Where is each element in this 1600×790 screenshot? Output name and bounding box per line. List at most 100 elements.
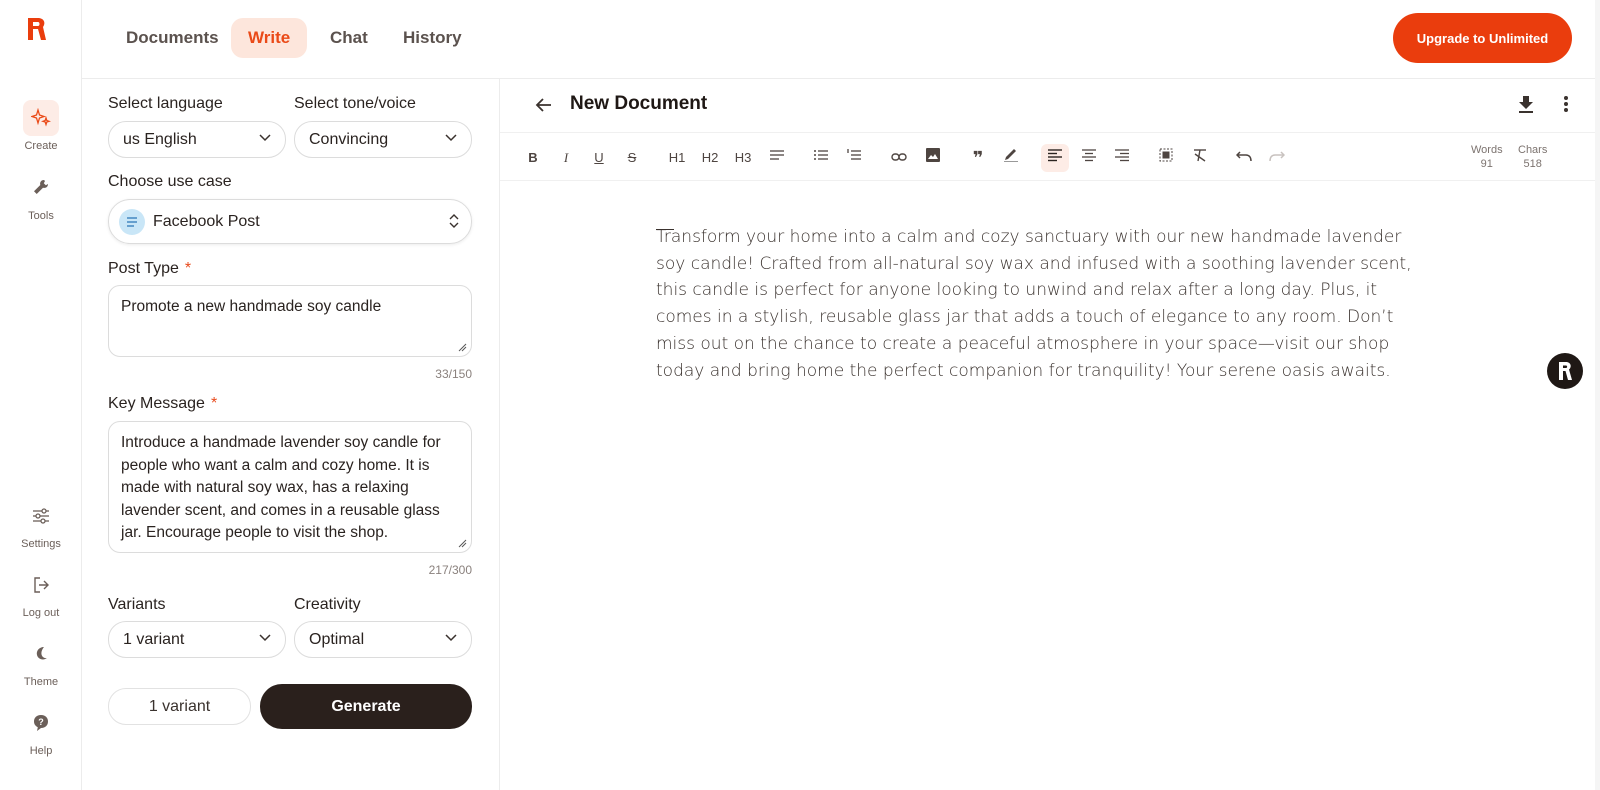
tab-documents[interactable]: Documents: [109, 18, 236, 58]
rail-item-theme[interactable]: Theme: [0, 636, 82, 688]
variants-value: 1 variant: [123, 631, 185, 648]
usecase-label: Choose use case: [108, 173, 232, 190]
redo-icon[interactable]: [1263, 144, 1291, 172]
link-icon[interactable]: [885, 144, 913, 172]
rail-item-logout[interactable]: Log out: [0, 567, 82, 619]
document-title: New Document: [570, 93, 708, 114]
tone-value: Convincing: [309, 131, 389, 148]
tone-select[interactable]: Convincing: [294, 121, 472, 158]
page-scrollbar[interactable]: [1595, 0, 1600, 790]
language-value: us English: [123, 131, 197, 148]
tab-write[interactable]: Write: [231, 18, 308, 58]
svg-text:?: ?: [38, 717, 44, 727]
resize-grip-icon[interactable]: [458, 539, 467, 548]
document-lines-icon: [119, 209, 145, 235]
tone-label: Select tone/voice: [294, 95, 416, 112]
chevron-down-icon: [259, 134, 271, 142]
creativity-value: Optimal: [309, 631, 365, 648]
usecase-value: Facebook Post: [153, 213, 260, 230]
align-center-icon[interactable]: [1075, 144, 1103, 172]
key-message-field[interactable]: Introduce a handmade lavender soy candle…: [108, 421, 472, 553]
logout-icon: [23, 567, 59, 603]
rail-label-help: Help: [29, 745, 53, 757]
variant-count-pill[interactable]: 1 variant: [108, 688, 251, 725]
required-mark: *: [184, 260, 192, 277]
highlight-pen-icon[interactable]: [997, 144, 1025, 172]
key-message-value: Introduce a handmade lavender soy candle…: [121, 434, 441, 541]
document-editor: New Document B I U S H1 H2 H3 ❞ Words 91…: [500, 79, 1600, 790]
help-icon: ?: [23, 705, 59, 741]
chevron-down-icon: [445, 634, 457, 642]
tab-chat[interactable]: Chat: [313, 18, 385, 58]
clear-format-icon[interactable]: [1186, 144, 1214, 172]
creativity-select[interactable]: Optimal: [294, 621, 472, 658]
post-type-label-text: Post Type: [108, 260, 179, 277]
required-mark: *: [210, 395, 218, 412]
sliders-icon: [23, 498, 59, 534]
numbered-list-icon[interactable]: [840, 144, 868, 172]
align-left-icon[interactable]: [1041, 144, 1069, 172]
rail-label-logout: Log out: [22, 607, 60, 619]
updown-chevron-icon: [449, 214, 459, 228]
post-type-label: Post Type *: [108, 260, 191, 278]
rail-label-create: Create: [24, 140, 58, 152]
assistant-logo-button[interactable]: [1547, 353, 1583, 389]
key-message-counter: 217/300: [428, 563, 472, 577]
language-select[interactable]: us English: [108, 121, 286, 158]
quote-icon[interactable]: ❞: [964, 144, 992, 172]
rail-label-settings: Settings: [21, 538, 61, 550]
download-icon[interactable]: [1516, 94, 1536, 114]
post-type-field[interactable]: Promote a new handmade soy candle: [108, 285, 472, 357]
usecase-select[interactable]: Facebook Post: [108, 199, 472, 244]
undo-icon[interactable]: [1230, 144, 1258, 172]
heading1-button[interactable]: H1: [663, 144, 691, 172]
chevron-down-icon: [259, 634, 271, 642]
strikethrough-button[interactable]: S: [618, 144, 646, 172]
language-label: Select language: [108, 95, 223, 112]
key-message-label: Key Message *: [108, 395, 217, 413]
rail-item-help[interactable]: ? Help: [0, 705, 82, 757]
words-label: Words: [1471, 144, 1503, 156]
variants-label: Variants: [108, 596, 166, 613]
chars-value: 518: [1523, 158, 1542, 170]
align-right-icon[interactable]: [1108, 144, 1136, 172]
rail-item-create[interactable]: Create: [0, 100, 82, 152]
post-type-value: Promote a new handmade soy candle: [121, 298, 382, 315]
sparkle-icon: [23, 100, 59, 136]
more-vertical-icon[interactable]: [1562, 94, 1570, 114]
moon-icon: [23, 636, 59, 672]
image-icon[interactable]: [919, 144, 947, 172]
resize-grip-icon[interactable]: [458, 343, 467, 352]
words-value: 91: [1480, 158, 1493, 170]
rail-item-settings[interactable]: Settings: [0, 498, 82, 550]
post-type-counter: 33/150: [435, 367, 472, 381]
format-toolbar: B I U S H1 H2 H3 ❞ Words 91 Chars 518: [500, 134, 1600, 181]
paragraph-icon[interactable]: [763, 144, 791, 172]
tab-history[interactable]: History: [386, 18, 479, 58]
heading2-button[interactable]: H2: [696, 144, 724, 172]
variants-select[interactable]: 1 variant: [108, 621, 286, 658]
upgrade-button[interactable]: Upgrade to Unlimited: [1393, 13, 1572, 63]
document-content[interactable]: Transform your home into a calm and cozy…: [656, 224, 1416, 384]
rail-label-tools: Tools: [28, 210, 54, 222]
chars-stat: Chars 518: [1518, 143, 1547, 171]
underline-button[interactable]: U: [585, 144, 613, 172]
editor-header: New Document: [500, 79, 1600, 133]
bold-button[interactable]: B: [519, 144, 547, 172]
wrench-icon: [23, 170, 59, 206]
write-form-panel: Select language Select tone/voice us Eng…: [82, 79, 500, 790]
chevron-down-icon: [445, 134, 457, 142]
back-arrow-icon[interactable]: [534, 95, 554, 115]
creativity-label: Creativity: [294, 596, 361, 613]
app-logo-icon[interactable]: [22, 14, 52, 46]
generate-button[interactable]: Generate: [260, 684, 472, 729]
words-stat: Words 91: [1471, 143, 1503, 171]
heading3-button[interactable]: H3: [729, 144, 757, 172]
top-bar: Documents Write Chat History Upgrade to …: [82, 0, 1600, 79]
rail-label-theme: Theme: [23, 676, 59, 688]
chars-label: Chars: [1518, 144, 1548, 156]
select-all-icon[interactable]: [1152, 144, 1180, 172]
rail-item-tools[interactable]: Tools: [0, 170, 82, 222]
italic-button[interactable]: I: [552, 144, 580, 172]
bullet-list-icon[interactable]: [807, 144, 835, 172]
